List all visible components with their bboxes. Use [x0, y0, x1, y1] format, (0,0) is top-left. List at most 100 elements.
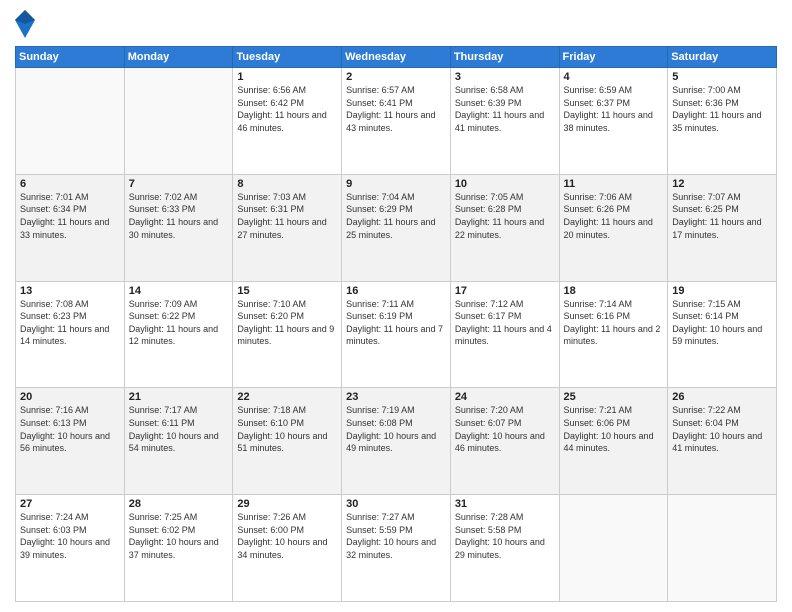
day-number: 24 [455, 391, 555, 403]
calendar-cell: 14Sunrise: 7:09 AMSunset: 6:22 PMDayligh… [124, 281, 233, 388]
calendar-cell [559, 495, 668, 602]
day-info: Sunrise: 7:20 AMSunset: 6:07 PMDaylight:… [455, 404, 555, 454]
day-number: 19 [672, 285, 772, 297]
calendar-cell: 27Sunrise: 7:24 AMSunset: 6:03 PMDayligh… [16, 495, 125, 602]
header-row: SundayMondayTuesdayWednesdayThursdayFrid… [16, 47, 777, 68]
calendar-cell: 13Sunrise: 7:08 AMSunset: 6:23 PMDayligh… [16, 281, 125, 388]
day-info: Sunrise: 7:11 AMSunset: 6:19 PMDaylight:… [346, 298, 446, 348]
day-number: 18 [564, 285, 664, 297]
calendar-cell: 12Sunrise: 7:07 AMSunset: 6:25 PMDayligh… [668, 174, 777, 281]
calendar-cell: 24Sunrise: 7:20 AMSunset: 6:07 PMDayligh… [450, 388, 559, 495]
col-header-tuesday: Tuesday [233, 47, 342, 68]
day-number: 11 [564, 178, 664, 190]
day-number: 16 [346, 285, 446, 297]
calendar-cell: 1Sunrise: 6:56 AMSunset: 6:42 PMDaylight… [233, 68, 342, 175]
day-info: Sunrise: 7:22 AMSunset: 6:04 PMDaylight:… [672, 404, 772, 454]
calendar-cell: 18Sunrise: 7:14 AMSunset: 6:16 PMDayligh… [559, 281, 668, 388]
day-number: 25 [564, 391, 664, 403]
day-info: Sunrise: 7:27 AMSunset: 5:59 PMDaylight:… [346, 511, 446, 561]
day-number: 6 [20, 178, 120, 190]
day-info: Sunrise: 7:15 AMSunset: 6:14 PMDaylight:… [672, 298, 772, 348]
day-info: Sunrise: 7:12 AMSunset: 6:17 PMDaylight:… [455, 298, 555, 348]
calendar-cell: 4Sunrise: 6:59 AMSunset: 6:37 PMDaylight… [559, 68, 668, 175]
day-number: 21 [129, 391, 229, 403]
day-number: 13 [20, 285, 120, 297]
day-info: Sunrise: 7:04 AMSunset: 6:29 PMDaylight:… [346, 191, 446, 241]
calendar-cell [16, 68, 125, 175]
day-number: 28 [129, 498, 229, 510]
day-number: 26 [672, 391, 772, 403]
week-row-5: 27Sunrise: 7:24 AMSunset: 6:03 PMDayligh… [16, 495, 777, 602]
calendar-cell: 20Sunrise: 7:16 AMSunset: 6:13 PMDayligh… [16, 388, 125, 495]
day-number: 27 [20, 498, 120, 510]
day-info: Sunrise: 7:03 AMSunset: 6:31 PMDaylight:… [237, 191, 337, 241]
day-number: 7 [129, 178, 229, 190]
day-number: 2 [346, 71, 446, 83]
calendar-cell: 15Sunrise: 7:10 AMSunset: 6:20 PMDayligh… [233, 281, 342, 388]
calendar-cell: 22Sunrise: 7:18 AMSunset: 6:10 PMDayligh… [233, 388, 342, 495]
day-info: Sunrise: 7:05 AMSunset: 6:28 PMDaylight:… [455, 191, 555, 241]
day-number: 8 [237, 178, 337, 190]
col-header-wednesday: Wednesday [342, 47, 451, 68]
calendar-cell: 30Sunrise: 7:27 AMSunset: 5:59 PMDayligh… [342, 495, 451, 602]
day-info: Sunrise: 7:14 AMSunset: 6:16 PMDaylight:… [564, 298, 664, 348]
day-info: Sunrise: 6:58 AMSunset: 6:39 PMDaylight:… [455, 84, 555, 134]
day-info: Sunrise: 7:09 AMSunset: 6:22 PMDaylight:… [129, 298, 229, 348]
day-number: 5 [672, 71, 772, 83]
calendar-cell: 7Sunrise: 7:02 AMSunset: 6:33 PMDaylight… [124, 174, 233, 281]
day-number: 14 [129, 285, 229, 297]
day-number: 15 [237, 285, 337, 297]
col-header-thursday: Thursday [450, 47, 559, 68]
calendar-cell: 23Sunrise: 7:19 AMSunset: 6:08 PMDayligh… [342, 388, 451, 495]
day-number: 29 [237, 498, 337, 510]
calendar-cell: 9Sunrise: 7:04 AMSunset: 6:29 PMDaylight… [342, 174, 451, 281]
day-info: Sunrise: 7:00 AMSunset: 6:36 PMDaylight:… [672, 84, 772, 134]
day-number: 31 [455, 498, 555, 510]
calendar-cell: 25Sunrise: 7:21 AMSunset: 6:06 PMDayligh… [559, 388, 668, 495]
calendar-cell: 21Sunrise: 7:17 AMSunset: 6:11 PMDayligh… [124, 388, 233, 495]
logo [15, 10, 39, 38]
day-info: Sunrise: 7:28 AMSunset: 5:58 PMDaylight:… [455, 511, 555, 561]
day-number: 10 [455, 178, 555, 190]
day-number: 20 [20, 391, 120, 403]
day-number: 22 [237, 391, 337, 403]
day-info: Sunrise: 7:21 AMSunset: 6:06 PMDaylight:… [564, 404, 664, 454]
calendar-cell: 10Sunrise: 7:05 AMSunset: 6:28 PMDayligh… [450, 174, 559, 281]
day-info: Sunrise: 7:25 AMSunset: 6:02 PMDaylight:… [129, 511, 229, 561]
day-info: Sunrise: 7:26 AMSunset: 6:00 PMDaylight:… [237, 511, 337, 561]
day-number: 9 [346, 178, 446, 190]
col-header-saturday: Saturday [668, 47, 777, 68]
col-header-friday: Friday [559, 47, 668, 68]
week-row-4: 20Sunrise: 7:16 AMSunset: 6:13 PMDayligh… [16, 388, 777, 495]
week-row-3: 13Sunrise: 7:08 AMSunset: 6:23 PMDayligh… [16, 281, 777, 388]
col-header-monday: Monday [124, 47, 233, 68]
day-number: 23 [346, 391, 446, 403]
calendar-cell: 3Sunrise: 6:58 AMSunset: 6:39 PMDaylight… [450, 68, 559, 175]
day-info: Sunrise: 7:16 AMSunset: 6:13 PMDaylight:… [20, 404, 120, 454]
day-number: 1 [237, 71, 337, 83]
calendar-cell [124, 68, 233, 175]
calendar-cell: 17Sunrise: 7:12 AMSunset: 6:17 PMDayligh… [450, 281, 559, 388]
calendar-cell: 26Sunrise: 7:22 AMSunset: 6:04 PMDayligh… [668, 388, 777, 495]
page: SundayMondayTuesdayWednesdayThursdayFrid… [0, 0, 792, 612]
day-number: 4 [564, 71, 664, 83]
day-info: Sunrise: 6:57 AMSunset: 6:41 PMDaylight:… [346, 84, 446, 134]
day-info: Sunrise: 7:17 AMSunset: 6:11 PMDaylight:… [129, 404, 229, 454]
calendar-cell: 29Sunrise: 7:26 AMSunset: 6:00 PMDayligh… [233, 495, 342, 602]
calendar-cell: 8Sunrise: 7:03 AMSunset: 6:31 PMDaylight… [233, 174, 342, 281]
day-info: Sunrise: 7:02 AMSunset: 6:33 PMDaylight:… [129, 191, 229, 241]
week-row-2: 6Sunrise: 7:01 AMSunset: 6:34 PMDaylight… [16, 174, 777, 281]
day-number: 3 [455, 71, 555, 83]
calendar-cell: 31Sunrise: 7:28 AMSunset: 5:58 PMDayligh… [450, 495, 559, 602]
day-number: 30 [346, 498, 446, 510]
calendar-cell: 16Sunrise: 7:11 AMSunset: 6:19 PMDayligh… [342, 281, 451, 388]
day-info: Sunrise: 6:56 AMSunset: 6:42 PMDaylight:… [237, 84, 337, 134]
calendar-cell: 11Sunrise: 7:06 AMSunset: 6:26 PMDayligh… [559, 174, 668, 281]
day-info: Sunrise: 7:08 AMSunset: 6:23 PMDaylight:… [20, 298, 120, 348]
day-info: Sunrise: 7:18 AMSunset: 6:10 PMDaylight:… [237, 404, 337, 454]
calendar-cell: 19Sunrise: 7:15 AMSunset: 6:14 PMDayligh… [668, 281, 777, 388]
day-info: Sunrise: 6:59 AMSunset: 6:37 PMDaylight:… [564, 84, 664, 134]
day-info: Sunrise: 7:24 AMSunset: 6:03 PMDaylight:… [20, 511, 120, 561]
calendar-cell: 28Sunrise: 7:25 AMSunset: 6:02 PMDayligh… [124, 495, 233, 602]
day-info: Sunrise: 7:06 AMSunset: 6:26 PMDaylight:… [564, 191, 664, 241]
